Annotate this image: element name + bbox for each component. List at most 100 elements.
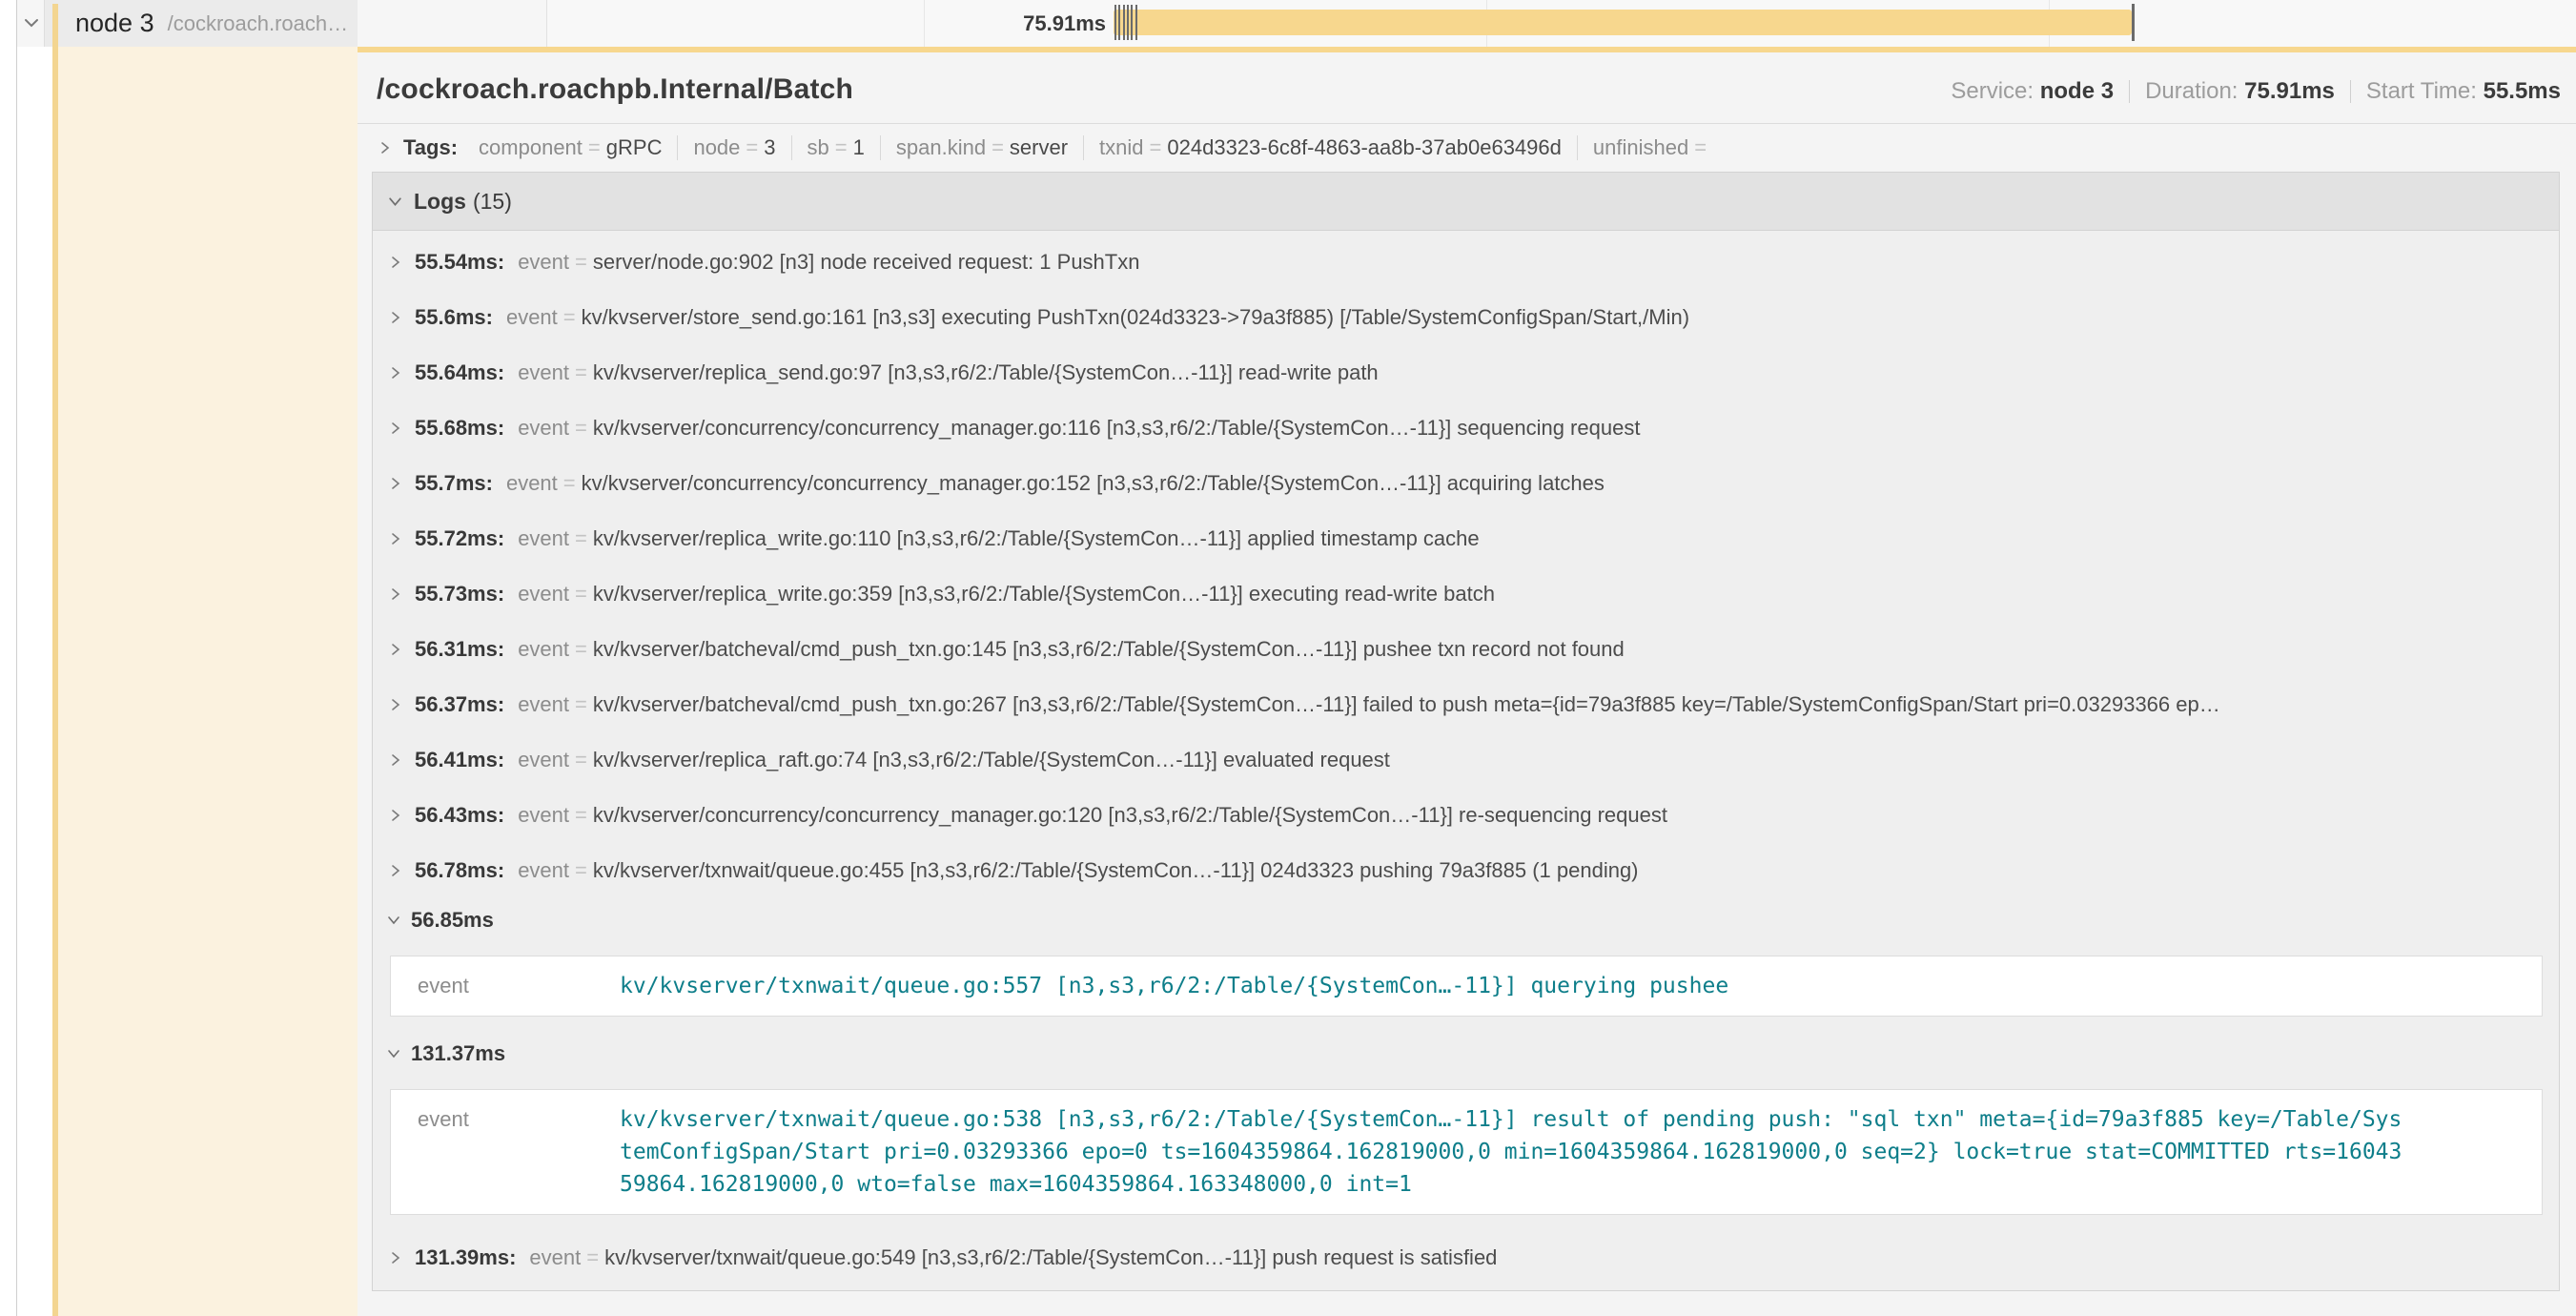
log-row[interactable]: 131.39ms: event=kv/kvserver/txnwait/queue… [373, 1230, 2559, 1285]
log-row[interactable]: 55.64ms:event=kv/kvserver/replica_send.g… [373, 345, 2559, 401]
log-marker [2132, 4, 2135, 41]
span-color-strip [52, 4, 58, 47]
log-timestamp: 55.54ms: [415, 250, 504, 275]
log-row[interactable]: 56.78ms: event=kv/kvserver/txnwait/queue.… [373, 843, 2559, 898]
span-detail-panel: /cockroach.roachpb.Internal/Batch Servic… [358, 47, 2576, 1316]
service-value: node 3 [2040, 78, 2114, 105]
chevron-down-icon[interactable] [21, 12, 42, 33]
chevron-right-icon[interactable] [389, 858, 402, 883]
log-field-equals: = [586, 1245, 599, 1270]
chevron-right-icon[interactable] [389, 692, 402, 717]
log-field-key: event [529, 1245, 581, 1270]
log-row[interactable]: 55.54ms:event=server/node.go:902 [n3] no… [373, 235, 2559, 290]
tag-item: component=gRPC [463, 135, 677, 160]
tag-item: node=3 [678, 135, 790, 160]
chevron-right-icon[interactable] [389, 360, 402, 385]
trace-timeline-row: 75.91ms [17, 0, 2576, 47]
chevron-right-icon[interactable] [389, 582, 402, 607]
chevron-right-icon[interactable] [389, 305, 402, 330]
timeline-gridline [924, 0, 925, 47]
chevron-down-icon[interactable] [387, 908, 400, 933]
log-row-expanded-header[interactable]: 56.85ms [373, 898, 2559, 942]
log-timestamp: 56.41ms: [415, 748, 504, 772]
tag-item: txnid=024d3323-6c8f-4863-aa8b-37ab0e6349… [1084, 135, 1577, 160]
tags-row[interactable]: Tags: component=gRPCnode=3sb=1span.kind=… [358, 124, 2576, 172]
tag-key: span.kind [896, 135, 986, 160]
log-row[interactable]: 55.68ms:event=kv/kvserver/concurrency/co… [373, 401, 2559, 456]
chevron-right-icon[interactable] [389, 250, 402, 275]
log-timestamp: 56.43ms: [415, 803, 504, 828]
log-row[interactable]: 56.31ms:event=kv/kvserver/batcheval/cmd_… [373, 622, 2559, 677]
chevron-right-icon[interactable] [389, 1245, 402, 1270]
chevron-right-icon[interactable] [389, 748, 402, 772]
log-row[interactable]: 56.37ms:event=kv/kvserver/batcheval/cmd_… [373, 677, 2559, 732]
log-row[interactable]: 56.41ms:event=kv/kvserver/replica_raft.g… [373, 732, 2559, 788]
tag-key: sb [808, 135, 829, 160]
tag-value: gRPC [606, 135, 663, 160]
logs-title: Logs [414, 189, 466, 215]
log-field-key: event [518, 637, 569, 662]
log-timestamp: 56.31ms: [415, 637, 504, 662]
tag-key: component [479, 135, 583, 160]
log-marker [1127, 5, 1129, 40]
logs-footer-note: Log timestamps are relative to the start… [373, 1285, 2559, 1291]
log-field-value: server/node.go:902 [n3] node received re… [593, 250, 1140, 275]
log-field-key: event [518, 803, 569, 828]
tag-key: node [693, 135, 740, 160]
tag-item: sb=1 [792, 135, 880, 160]
log-timestamp: 56.78ms: [415, 858, 504, 883]
tag-key: unfinished [1593, 135, 1688, 160]
log-field-equals: = [563, 471, 576, 496]
tag-equals: = [1150, 135, 1162, 160]
chevron-right-icon[interactable] [389, 526, 402, 551]
chevron-down-icon[interactable] [388, 189, 402, 215]
chevron-right-icon[interactable] [389, 416, 402, 441]
log-field-equals: = [563, 305, 576, 330]
log-field-value: kv/kvserver/txnwait/queue.go:549 [n3,s3,… [604, 1245, 1497, 1270]
log-row[interactable]: 55.6ms:event=kv/kvserver/store_send.go:1… [373, 290, 2559, 345]
span-operation-name: /cockroach.roach… [168, 11, 349, 36]
log-row[interactable]: 55.72ms:event=kv/kvserver/replica_write.… [373, 511, 2559, 566]
log-field-key: event [518, 858, 569, 883]
chevron-right-icon[interactable] [389, 637, 402, 662]
log-row[interactable]: 55.73ms:event=kv/kvserver/replica_write.… [373, 566, 2559, 622]
log-field-equals: = [575, 803, 587, 828]
trace-left-gutter [0, 0, 17, 1316]
span-detail-accent-border [358, 47, 2576, 52]
log-row[interactable]: 56.43ms:event=kv/kvserver/concurrency/co… [373, 788, 2559, 843]
log-field-key: event [518, 250, 569, 275]
log-row-expanded-header[interactable]: 131.37ms [373, 1032, 2559, 1076]
log-row[interactable]: 55.7ms:event=kv/kvserver/concurrency/con… [373, 456, 2559, 511]
log-timestamp: 131.39ms: [415, 1245, 516, 1270]
duration-value: 75.91ms [2244, 78, 2335, 105]
log-field-equals: = [575, 526, 587, 551]
log-field-key: event [506, 471, 558, 496]
tag-value: 3 [764, 135, 775, 160]
tag-equals: = [1694, 135, 1707, 160]
log-marker [1118, 5, 1120, 40]
log-field-equals: = [575, 858, 587, 883]
chevron-right-icon[interactable] [389, 803, 402, 828]
log-field-equals: = [575, 360, 587, 385]
log-field-key: event [518, 416, 569, 441]
span-bar[interactable] [1114, 10, 2132, 35]
log-field-key: event [518, 526, 569, 551]
log-field-key: event [518, 692, 569, 717]
log-timestamp: 55.73ms: [415, 582, 504, 607]
log-field-key: event [518, 360, 569, 385]
span-name-tab[interactable]: node 3 /cockroach.roach… [44, 0, 358, 47]
log-field-value: kv/kvserver/replica_raft.go:74 [n3,s3,r6… [593, 748, 1390, 772]
logs-count: (15) [473, 189, 512, 215]
log-field-value: kv/kvserver/concurrency/concurrency_mana… [582, 471, 1605, 496]
service-label: Service: [1951, 78, 2034, 105]
log-field-value: kv/kvserver/txnwait/queue.go:455 [n3,s3,… [593, 858, 1639, 883]
span-title: /cockroach.roachpb.Internal/Batch [377, 73, 853, 106]
logs-header[interactable]: Logs (15) [373, 173, 2559, 231]
chevron-right-icon[interactable] [389, 471, 402, 496]
log-timestamp: 56.85ms [411, 908, 494, 933]
chevron-down-icon[interactable] [387, 1041, 400, 1066]
log-field-equals: = [575, 692, 587, 717]
chevron-right-icon[interactable] [378, 135, 392, 160]
log-field-value: kv/kvserver/replica_write.go:110 [n3,s3,… [593, 526, 1480, 551]
log-field-key: event [518, 582, 569, 607]
